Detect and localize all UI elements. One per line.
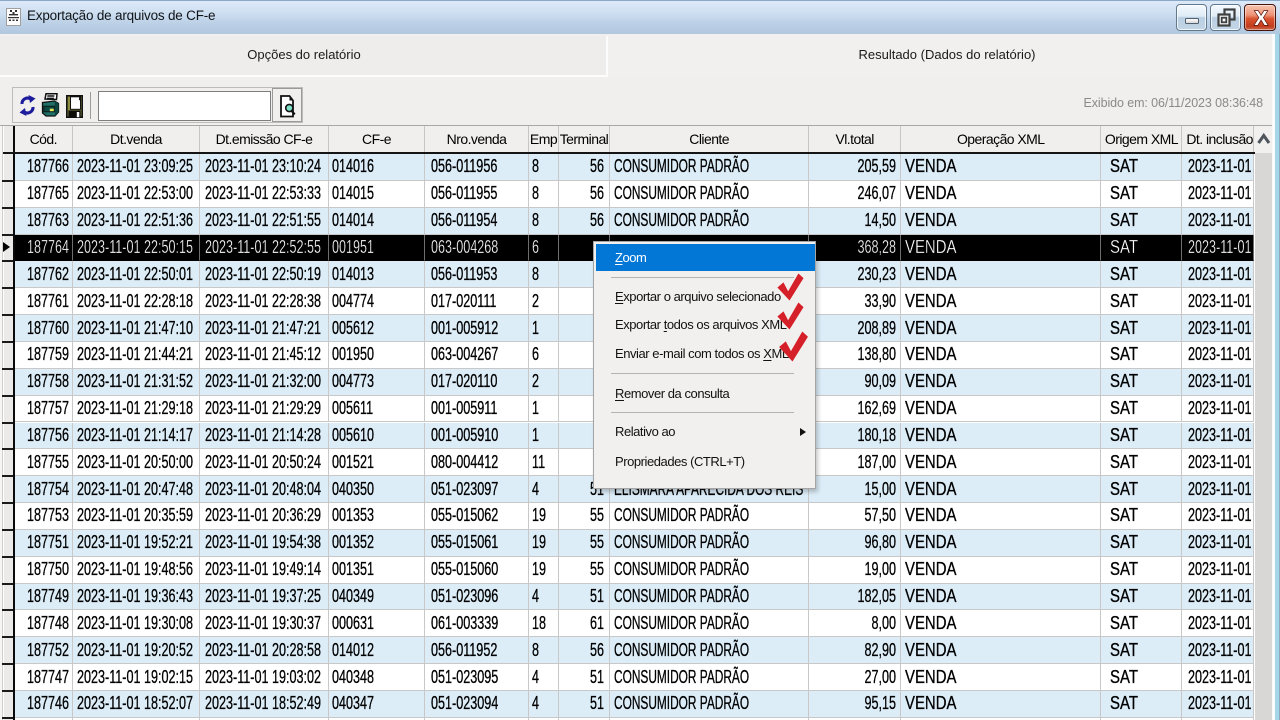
svg-text:X: X (1254, 8, 1268, 30)
